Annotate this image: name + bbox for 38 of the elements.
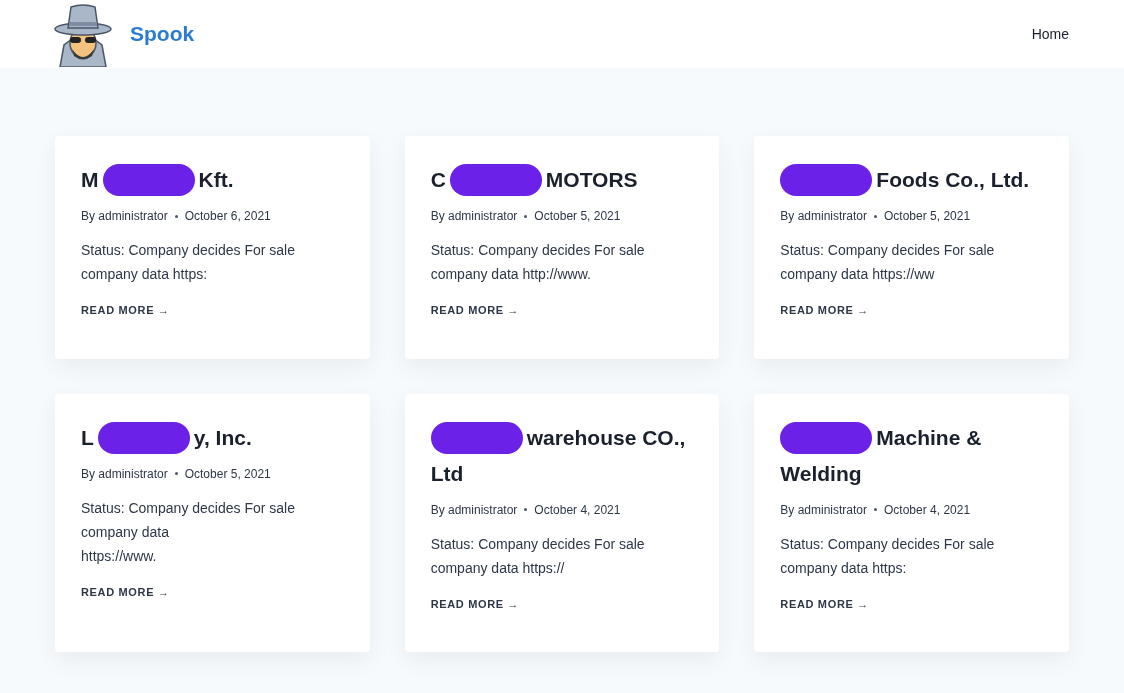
- nav-link[interactable]: Home: [1031, 23, 1069, 45]
- read-more-link[interactable]: READ MORE →: [81, 302, 170, 319]
- post-title[interactable]: Kft.: [198, 162, 234, 198]
- post-excerpt: Status: Company decides For sale company data https:: [780, 534, 996, 578]
- spy-logo-icon[interactable]: [52, 1, 114, 67]
- read-more-link[interactable]: READ MORE →: [430, 302, 520, 319]
- post-title[interactable]: Foods Co., Ltd.: [876, 162, 1030, 198]
- post-excerpt: Status: Company decides For sale company data https://: [430, 534, 646, 578]
- post-author[interactable]: By administrator: [430, 500, 518, 519]
- post-date[interactable]: October 4, 2021: [534, 500, 621, 519]
- read-more-link[interactable]: READ MORE →: [780, 595, 869, 612]
- post-date[interactable]: October 5, 2021: [884, 207, 971, 225]
- post-author[interactable]: By administrator: [430, 207, 518, 225]
- post-author[interactable]: By administrator: [81, 464, 168, 483]
- post-title[interactable]: Ltd: [430, 455, 464, 492]
- post-author[interactable]: By administrator: [780, 207, 868, 225]
- post-title[interactable]: Welding: [780, 455, 862, 492]
- post-date[interactable]: October 5, 2021: [184, 464, 271, 483]
- post-author[interactable]: By administrator: [81, 207, 168, 225]
- post-title[interactable]: L: [81, 419, 94, 456]
- post-date[interactable]: October 6, 2021: [184, 207, 271, 225]
- post-title[interactable]: Machine &: [876, 419, 982, 456]
- post-excerpt: Status: Company decides For sale company data https://ww: [780, 241, 996, 284]
- post-title[interactable]: C: [430, 162, 446, 198]
- post-excerpt: Status: Company decides For sale company data https://www.: [81, 498, 296, 566]
- read-more-link[interactable]: READ MORE →: [780, 302, 869, 319]
- post-title[interactable]: y, Inc.: [193, 419, 252, 456]
- post-date[interactable]: October 4, 2021: [884, 500, 971, 519]
- post-title[interactable]: warehouse CO.,: [526, 419, 686, 456]
- post-date[interactable]: October 5, 2021: [534, 207, 621, 225]
- post-excerpt: Status: Company decides For sale company data https:: [81, 241, 296, 284]
- read-more-link[interactable]: READ MORE →: [81, 583, 170, 600]
- post-author[interactable]: By administrator: [780, 500, 868, 519]
- post-title[interactable]: M: [81, 162, 99, 198]
- post-excerpt: Status: Company decides For sale company data http://www.: [430, 241, 646, 284]
- read-more-link[interactable]: READ MORE →: [430, 595, 520, 612]
- post-title[interactable]: MOTORS: [545, 162, 638, 198]
- site-name[interactable]: Spook: [130, 18, 195, 50]
